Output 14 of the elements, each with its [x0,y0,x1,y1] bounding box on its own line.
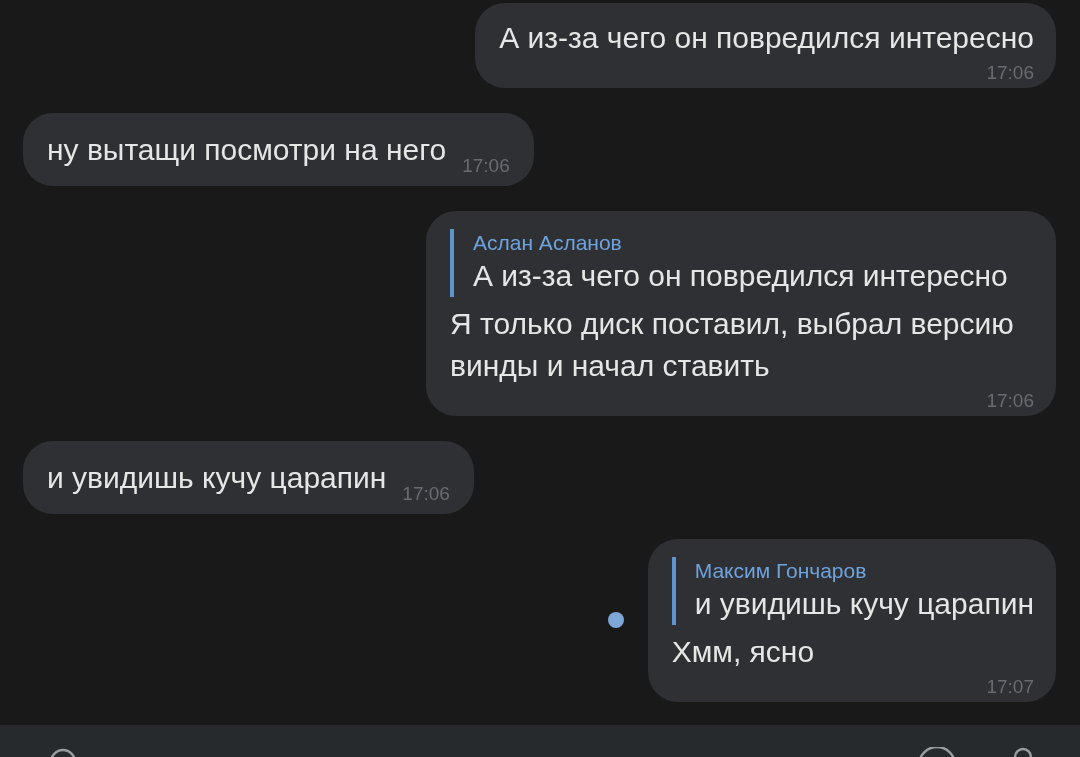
message-text: А из-за чего он повредился интересно [499,20,1034,56]
message-time: 17:07 [985,676,1034,696]
message-text: и увидишь кучу царапин [47,459,387,496]
message-text: ну вытащи посмотри на него [47,132,447,168]
reply-author: Максим Гончаров [694,557,868,584]
reply-author: Аслан Асланов [473,230,623,256]
message-time: 17:06 [985,390,1034,410]
message-time: 17:06 [985,63,1034,82]
message-text: Хмм, ясно [671,633,816,670]
message-time: 17:06 [402,483,450,503]
reply-text: и увидишь кучу царапин [694,586,1034,623]
message-time: 17:06 [462,156,510,175]
message-text: Я только диск поставил, выбрал версию винды и начал ставить [450,305,1015,384]
reply-text: А из-за чего он повредился интересно [473,258,1009,295]
